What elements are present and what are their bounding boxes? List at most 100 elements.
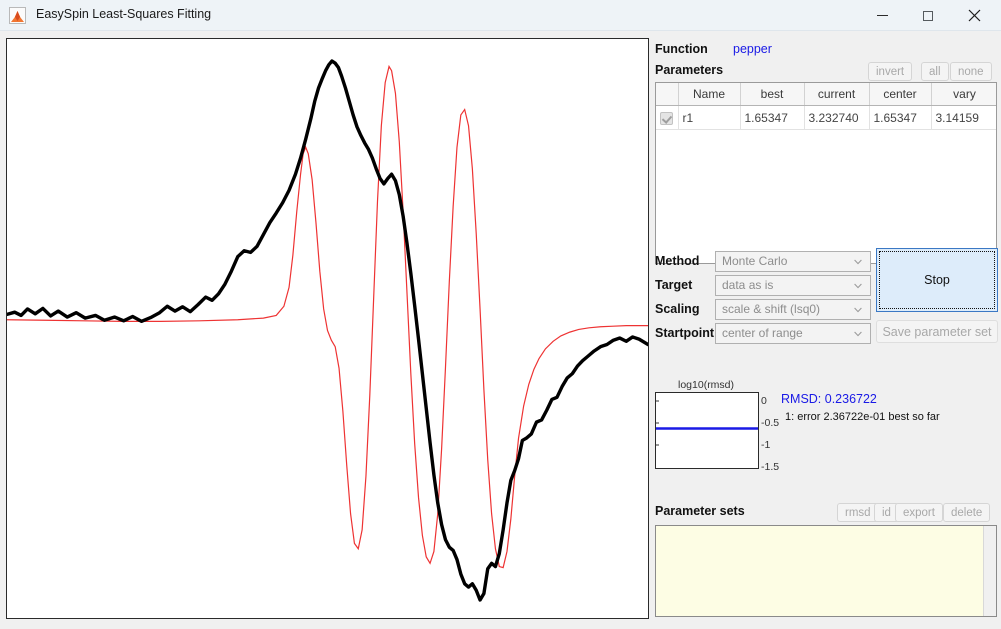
cell-empty xyxy=(869,222,931,245)
rmsd-tick-3: -1.5 xyxy=(761,461,780,473)
cell-empty xyxy=(678,176,740,199)
parameters-table[interactable]: Name best current center vary r1 1.65347 3.232… xyxy=(655,82,997,264)
cell-empty xyxy=(804,130,869,154)
rmsd-headline: RMSD: 0.236722 xyxy=(781,392,877,406)
cell-current[interactable]: 3.232740 xyxy=(804,105,870,130)
cell-empty xyxy=(740,153,804,176)
cell-empty xyxy=(656,130,678,154)
method-value: Monte Carlo xyxy=(722,254,788,268)
row-checkbox[interactable] xyxy=(656,105,679,130)
column-header-vary[interactable]: vary xyxy=(931,83,996,106)
maximize-button[interactable] xyxy=(905,0,951,31)
chevron-down-icon xyxy=(854,283,862,289)
cell-empty xyxy=(740,199,804,222)
column-header-center[interactable]: center xyxy=(869,83,932,106)
method-dropdown[interactable]: Monte Carlo xyxy=(715,251,871,272)
table-row-empty xyxy=(656,199,996,222)
cell-empty xyxy=(931,130,996,154)
parameter-sets-list[interactable] xyxy=(655,525,997,617)
target-label: Target xyxy=(655,278,693,292)
series-simulated-fit xyxy=(7,64,648,569)
cell-empty xyxy=(869,199,931,222)
cell-empty xyxy=(656,199,678,222)
cell-empty xyxy=(804,199,869,222)
rmsd-tick-1: -0.5 xyxy=(761,417,780,429)
column-header-current[interactable]: current xyxy=(804,83,870,106)
parameter-sets-scrollbar[interactable] xyxy=(983,526,996,616)
chevron-down-icon xyxy=(854,259,862,265)
control-panel: Function pepper Parameters invert all no… xyxy=(652,32,1001,629)
chevron-down-icon xyxy=(854,307,862,313)
stop-button-label: Stop xyxy=(924,273,950,287)
function-value[interactable]: pepper xyxy=(733,42,772,56)
save-parameter-set-button[interactable]: Save parameter set xyxy=(876,320,998,343)
rmsd-plot-title: log10(rmsd) xyxy=(678,379,735,391)
table-header-row: Name best current center vary xyxy=(656,83,996,106)
close-icon xyxy=(968,9,980,22)
select-all-button[interactable]: all xyxy=(921,62,949,81)
column-header-Name[interactable]: Name xyxy=(678,83,741,106)
cell-empty xyxy=(931,199,996,222)
spectrum-plot-panel[interactable] xyxy=(6,38,649,619)
cell-vary[interactable]: 3.14159 xyxy=(931,105,996,130)
title-bar: EasySpin Least-Squares Fitting xyxy=(0,0,1001,31)
target-value: data as is xyxy=(722,278,774,292)
cell-empty xyxy=(678,199,740,222)
cell-empty xyxy=(656,153,678,176)
cell-empty xyxy=(656,222,678,245)
rmsd-tick-0: 0 xyxy=(761,395,767,407)
column-header-best[interactable]: best xyxy=(740,83,805,106)
chevron-down-icon xyxy=(854,331,862,337)
table-row-empty xyxy=(656,153,996,176)
close-button[interactable] xyxy=(951,0,997,31)
cell-best[interactable]: 1.65347 xyxy=(740,105,805,130)
invert-button[interactable]: invert xyxy=(868,62,913,81)
membrane-glyph xyxy=(10,9,25,22)
scaling-value: scale & shift (lsq0) xyxy=(722,302,821,316)
checkmark-icon xyxy=(660,111,674,125)
select-none-button[interactable]: none xyxy=(950,62,992,81)
cell-empty xyxy=(869,176,931,199)
cell-empty xyxy=(740,222,804,245)
startpoint-label: Startpoint xyxy=(655,326,715,340)
delete-button[interactable]: delete xyxy=(943,503,991,522)
rmsd-plot[interactable] xyxy=(655,392,759,469)
cell-empty xyxy=(869,130,931,154)
method-label: Method xyxy=(655,254,700,268)
spectrum-plot xyxy=(7,59,648,602)
parameters-label: Parameters xyxy=(655,63,724,77)
export-button[interactable]: export xyxy=(895,503,943,522)
rmsd-tick-2: -1 xyxy=(761,439,771,451)
cell-empty xyxy=(656,176,678,199)
series-data-markers xyxy=(330,60,520,602)
scaling-dropdown[interactable]: scale & shift (lsq0) xyxy=(715,299,871,320)
cell-name[interactable]: r1 xyxy=(678,105,741,130)
target-dropdown[interactable]: data as is xyxy=(715,275,871,296)
cell-empty xyxy=(804,176,869,199)
cell-empty xyxy=(869,153,931,176)
startpoint-dropdown[interactable]: center of range xyxy=(715,323,871,344)
rmsd-log-line: 1: error 2.36722e-01 best so far xyxy=(785,411,940,423)
cell-empty xyxy=(804,153,869,176)
cell-empty xyxy=(678,153,740,176)
cell-empty xyxy=(678,130,740,154)
cell-empty xyxy=(931,153,996,176)
stop-button[interactable]: Stop xyxy=(876,248,998,312)
cell-center[interactable]: 1.65347 xyxy=(869,105,932,130)
table-row[interactable]: r1 1.65347 3.232740 1.65347 3.14159 xyxy=(656,105,996,130)
table-row-empty xyxy=(656,222,996,245)
scaling-label: Scaling xyxy=(655,302,700,316)
sort-by-rmsd-button[interactable]: rmsd xyxy=(837,503,879,522)
window-title: EasySpin Least-Squares Fitting xyxy=(36,7,212,21)
maximize-icon xyxy=(923,10,933,21)
cell-empty xyxy=(678,222,740,245)
minimize-button[interactable] xyxy=(859,0,905,31)
cell-empty xyxy=(740,176,804,199)
cell-empty xyxy=(931,222,996,245)
matlab-figure-icon xyxy=(9,7,26,24)
cell-empty xyxy=(740,130,804,154)
rmsd-plot-svg xyxy=(656,400,758,446)
column-header-check[interactable] xyxy=(656,83,679,106)
cell-empty xyxy=(931,176,996,199)
startpoint-value: center of range xyxy=(722,326,803,340)
